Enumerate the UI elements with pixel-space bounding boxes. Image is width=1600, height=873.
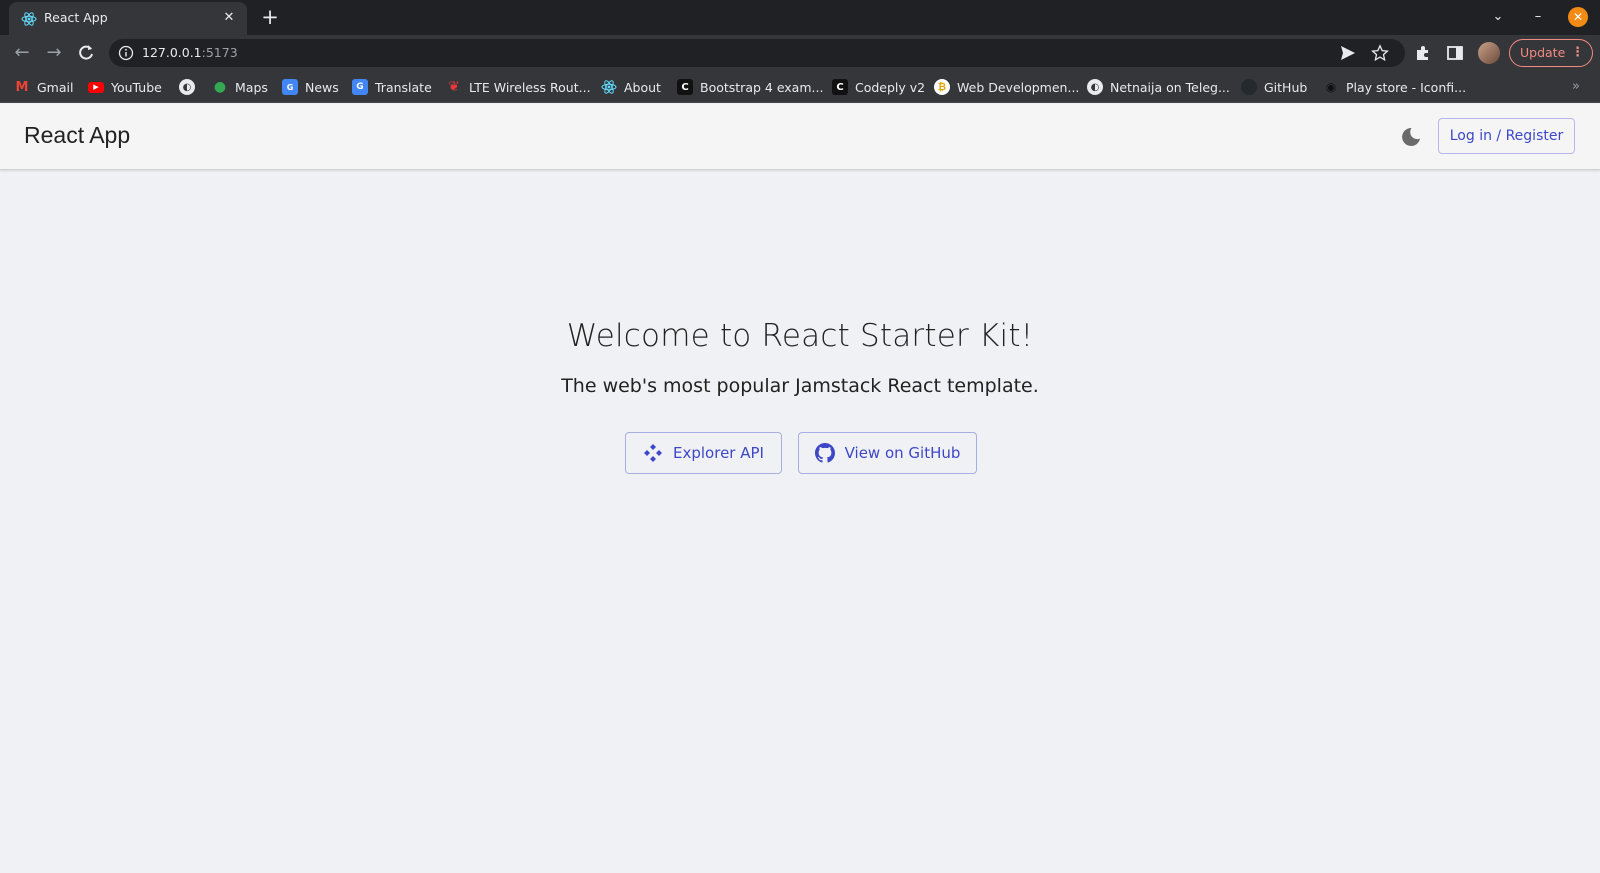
bookmark-lte-router[interactable]: ❦ LTE Wireless Rout... <box>446 79 591 95</box>
bookmark-news[interactable]: G News <box>282 79 339 95</box>
router-icon: ❦ <box>448 79 460 95</box>
window-close-icon[interactable]: ✕ <box>1568 7 1588 27</box>
view-on-github-button[interactable]: View on GitHub <box>798 432 977 474</box>
globe-icon: ◐ <box>179 79 195 95</box>
bookmark-web-dev[interactable]: ₿ Web Developmen... <box>934 79 1079 95</box>
news-icon: G <box>282 79 298 95</box>
moon-icon[interactable] <box>1399 125 1423 149</box>
bookmark-globe[interactable]: ◐ <box>179 79 202 95</box>
url-host: 127.0.0.1 <box>142 45 202 60</box>
bookmark-translate[interactable]: G Translate <box>352 79 432 95</box>
bookmark-maps[interactable]: ● Maps <box>212 79 268 95</box>
bookmark-youtube[interactable]: ▶ YouTube <box>88 79 162 95</box>
bookmark-label: About <box>624 79 661 95</box>
minimize-icon[interactable]: – <box>1528 7 1548 27</box>
bookmark-about[interactable]: About <box>601 79 661 95</box>
bookmark-bootstrap[interactable]: C Bootstrap 4 exam... <box>677 79 823 95</box>
app-brand[interactable]: React App <box>24 122 130 149</box>
bookmark-label: Codeply v2 <box>855 79 926 95</box>
bookmark-label: Play store - Iconfi... <box>1346 79 1467 95</box>
github-icon <box>814 443 835 463</box>
tab-close-icon[interactable]: ✕ <box>219 8 239 28</box>
forward-icon[interactable]: → <box>43 42 65 64</box>
gmail-icon: M <box>15 79 29 95</box>
globe-icon: ◐ <box>1087 79 1103 95</box>
browser-tab[interactable]: React App ✕ <box>9 2 247 35</box>
bookmark-github[interactable]: GitHub <box>1241 79 1307 95</box>
bookmark-label: Translate <box>375 79 432 95</box>
menu-dots-icon: ⋮ <box>1571 45 1584 60</box>
extensions-icon[interactable] <box>1414 44 1432 62</box>
bookmark-codeply[interactable]: C Codeply v2 <box>832 79 925 95</box>
codeply-icon: C <box>677 79 693 95</box>
back-icon[interactable]: ← <box>11 42 33 64</box>
hero-subtitle: The web's most popular Jamstack React te… <box>561 375 1039 397</box>
more-bookmarks-icon[interactable]: » <box>1572 79 1580 94</box>
explorer-api-button[interactable]: Explorer API <box>625 432 782 474</box>
bookmark-netnaija[interactable]: ◐ Netnaija on Teleg... <box>1087 79 1230 95</box>
send-icon[interactable] <box>1339 44 1357 62</box>
translate-icon: G <box>352 79 368 95</box>
view-on-github-label: View on GitHub <box>844 444 961 462</box>
bookmark-label: GitHub <box>1264 79 1308 95</box>
bookmark-label: Maps <box>235 79 268 95</box>
bookmark-label: News <box>305 79 339 95</box>
maps-icon: ● <box>213 79 227 95</box>
bookmark-label: YouTube <box>111 79 162 95</box>
address-bar[interactable]: 127.0.0.1:5173 <box>109 39 1405 67</box>
bookmark-label: LTE Wireless Rout... <box>469 79 591 95</box>
browser-toolbar: ← → 127.0.0.1:5173 Update ⋮ <box>0 35 1600 71</box>
bookmark-label: Gmail <box>37 79 74 95</box>
youtube-icon: ▶ <box>88 81 104 93</box>
api-explorer-icon <box>644 444 663 462</box>
site-info-icon[interactable] <box>118 45 134 61</box>
bookmark-label: Netnaija on Teleg... <box>1110 79 1230 95</box>
explorer-api-label: Explorer API <box>673 444 764 462</box>
star-icon[interactable] <box>1371 44 1389 62</box>
new-tab-icon[interactable]: + <box>259 6 281 28</box>
hero-title: Welcome to React Starter Kit! <box>566 318 1034 354</box>
bookmark-gmail[interactable]: M Gmail <box>14 79 74 95</box>
url-port: :5173 <box>201 45 238 60</box>
login-register-button[interactable]: Log in / Register <box>1438 118 1575 154</box>
app-header: React App Log in / Register <box>0 104 1600 170</box>
update-label: Update <box>1520 45 1566 60</box>
bookmark-play-store[interactable]: ◉ Play store - Iconfi... <box>1323 79 1466 95</box>
iconfinder-icon: ◉ <box>1325 80 1337 94</box>
tab-title: React App <box>44 10 108 25</box>
github-icon <box>1241 79 1257 95</box>
update-button[interactable]: Update ⋮ <box>1509 39 1593 67</box>
codeply-icon: C <box>832 79 848 95</box>
browser-tab-strip: React App ✕ + ⌄ – ✕ <box>0 0 1600 35</box>
profile-avatar[interactable] <box>1478 42 1500 64</box>
bookmark-label: Web Developmen... <box>957 79 1080 95</box>
side-panel-icon[interactable] <box>1446 44 1464 62</box>
reload-icon[interactable] <box>76 43 96 63</box>
react-icon <box>21 12 37 26</box>
url-text: 127.0.0.1:5173 <box>142 45 238 60</box>
tab-search-icon[interactable]: ⌄ <box>1488 7 1508 27</box>
bookmark-label: Bootstrap 4 exam... <box>700 79 824 95</box>
bitcoin-icon: ₿ <box>934 79 950 95</box>
bookmarks-bar: M Gmail ▶ YouTube ◐ ● Maps G News G Tran… <box>0 71 1600 103</box>
react-icon <box>601 80 617 94</box>
